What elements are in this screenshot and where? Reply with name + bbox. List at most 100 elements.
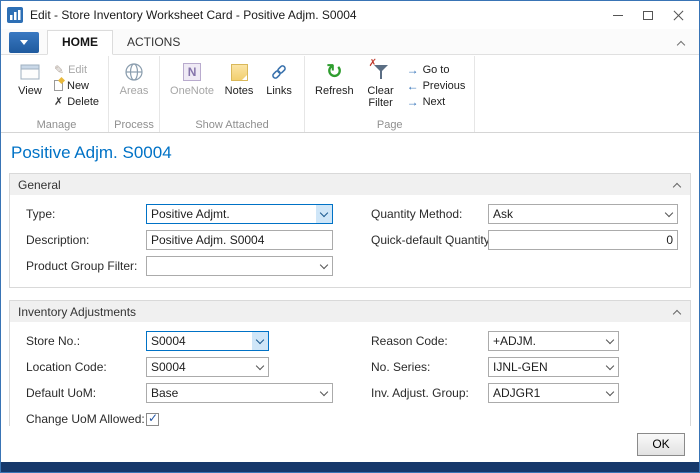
default-uom-dropdown-button[interactable] xyxy=(316,384,332,402)
refresh-button[interactable]: ↻ Refresh xyxy=(311,58,358,97)
view-button-label: View xyxy=(18,85,42,97)
next-arrow-icon: → xyxy=(407,95,419,109)
store-no-value: S0004 xyxy=(147,332,252,350)
reason-code-dropdown-button[interactable] xyxy=(602,332,618,350)
window-title: Edit - Store Inventory Worksheet Card - … xyxy=(30,8,596,22)
form-row: Type: Positive Adjmt. Quantity Method: A… xyxy=(10,201,690,227)
product-group-filter-value xyxy=(147,257,316,275)
product-group-filter-label: Product Group Filter: xyxy=(26,259,146,273)
edit-button[interactable]: ✎ Edit xyxy=(51,62,102,77)
no-series-value: IJNL-GEN xyxy=(489,358,602,376)
delete-button[interactable]: ✗ Delete xyxy=(51,94,102,109)
default-uom-field[interactable]: Base xyxy=(146,383,333,403)
type-field[interactable]: Positive Adjmt. xyxy=(146,204,333,224)
quick-default-quantity-field[interactable]: 0 xyxy=(488,230,678,250)
close-button[interactable] xyxy=(663,4,693,26)
group-label-process: Process xyxy=(109,119,159,131)
maximize-button[interactable] xyxy=(633,4,663,26)
minimize-button[interactable] xyxy=(603,4,633,26)
no-series-field[interactable]: IJNL-GEN xyxy=(488,357,619,377)
reason-code-field[interactable]: +ADJM. xyxy=(488,331,619,351)
tab-home[interactable]: HOME xyxy=(47,30,113,55)
no-series-dropdown-button[interactable] xyxy=(602,358,618,376)
previous-button[interactable]: ← Previous xyxy=(404,78,469,93)
view-icon xyxy=(20,61,40,83)
product-group-filter-field[interactable] xyxy=(146,256,333,276)
areas-button-label: Areas xyxy=(120,85,149,97)
form-row: Description: Positive Adjm. S0004 Quick-… xyxy=(10,227,690,253)
links-button-label: Links xyxy=(266,85,292,97)
default-uom-value: Base xyxy=(147,384,316,402)
quick-default-quantity-value: 0 xyxy=(489,231,677,249)
onenote-button[interactable]: N OneNote xyxy=(166,58,218,97)
application-menu-button[interactable] xyxy=(9,32,39,53)
collapse-section-icon xyxy=(673,310,681,318)
no-series-label: No. Series: xyxy=(371,360,488,374)
chevron-down-icon xyxy=(20,40,28,45)
collapse-ribbon-button[interactable] xyxy=(673,36,689,50)
form-row: Store No.: S0004 Reason Code: +ADJM. xyxy=(10,328,690,354)
store-no-field[interactable]: S0004 xyxy=(146,331,269,351)
location-code-dropdown-button[interactable] xyxy=(252,358,268,376)
clear-filter-button[interactable]: ✗ Clear Filter xyxy=(360,58,402,109)
store-no-label: Store No.: xyxy=(26,334,146,348)
form-row: Change UoM Allowed: ✓ xyxy=(10,406,690,426)
close-icon xyxy=(673,10,684,21)
ribbon-group-process: Areas Process xyxy=(109,56,160,132)
ok-button[interactable]: OK xyxy=(637,433,685,456)
chevron-down-icon xyxy=(256,335,264,343)
inv-adjust-group-field[interactable]: ADJGR1 xyxy=(488,383,619,403)
reason-code-value: +ADJM. xyxy=(489,332,602,350)
goto-button[interactable]: → Go to xyxy=(404,62,469,77)
maximize-icon xyxy=(643,11,653,20)
tab-actions[interactable]: ACTIONS xyxy=(113,31,194,54)
store-no-dropdown-button[interactable] xyxy=(252,332,268,350)
new-button-label: New xyxy=(67,80,89,92)
section-general-title: General xyxy=(18,178,61,192)
chevron-down-icon xyxy=(665,208,673,216)
product-group-filter-dropdown-button[interactable] xyxy=(316,257,332,275)
ribbon-group-page: ↻ Refresh ✗ Clear Filter → Go to ← xyxy=(305,56,475,132)
chevron-down-icon xyxy=(320,387,328,395)
previous-button-label: Previous xyxy=(423,80,466,92)
quantity-method-dropdown-button[interactable] xyxy=(661,205,677,223)
ribbon: View ✎ Edit New ✗ Delete Manage xyxy=(1,55,699,133)
description-field[interactable]: Positive Adjm. S0004 xyxy=(146,230,333,250)
ribbon-tab-row: HOME ACTIONS xyxy=(1,29,699,55)
quantity-method-field[interactable]: Ask xyxy=(488,204,678,224)
inv-adjust-group-value: ADJGR1 xyxy=(489,384,602,402)
change-uom-allowed-checkbox[interactable]: ✓ xyxy=(146,413,159,426)
areas-button[interactable]: Areas xyxy=(115,58,153,97)
new-document-icon xyxy=(54,80,63,91)
section-general-header[interactable]: General xyxy=(10,174,690,195)
title-bar: Edit - Store Inventory Worksheet Card - … xyxy=(1,1,699,29)
view-button[interactable]: View xyxy=(11,58,49,97)
type-dropdown-button[interactable] xyxy=(316,205,332,223)
onenote-button-label: OneNote xyxy=(170,85,214,97)
notes-button[interactable]: Notes xyxy=(220,58,258,97)
default-uom-label: Default UoM: xyxy=(26,386,146,400)
status-bar xyxy=(1,462,699,472)
inv-adjust-group-dropdown-button[interactable] xyxy=(602,384,618,402)
quantity-method-value: Ask xyxy=(489,205,661,223)
location-code-field[interactable]: S0004 xyxy=(146,357,269,377)
next-button[interactable]: → Next xyxy=(404,94,469,109)
next-button-label: Next xyxy=(423,96,446,108)
clear-filter-button-label: Clear Filter xyxy=(364,85,398,109)
footer-bar: OK xyxy=(1,426,699,462)
links-button[interactable]: Links xyxy=(260,58,298,97)
section-general: General Type: Positive Adjmt. Quantity M… xyxy=(9,173,691,288)
chevron-down-icon xyxy=(606,361,614,369)
type-value: Positive Adjmt. xyxy=(147,205,316,223)
inv-adjust-group-label: Inv. Adjust. Group: xyxy=(371,386,488,400)
page-content: Positive Adjm. S0004 General Type: Posit… xyxy=(1,133,699,426)
section-inventory-adjustments-header[interactable]: Inventory Adjustments xyxy=(10,301,690,322)
section-inventory-adjustments-title: Inventory Adjustments xyxy=(18,305,136,319)
location-code-value: S0004 xyxy=(147,358,252,376)
chevron-down-icon xyxy=(320,260,328,268)
goto-button-label: Go to xyxy=(423,64,450,76)
notes-icon xyxy=(231,61,248,83)
notes-button-label: Notes xyxy=(225,85,254,97)
new-button[interactable]: New xyxy=(51,78,102,93)
edit-icon: ✎ xyxy=(54,63,64,77)
